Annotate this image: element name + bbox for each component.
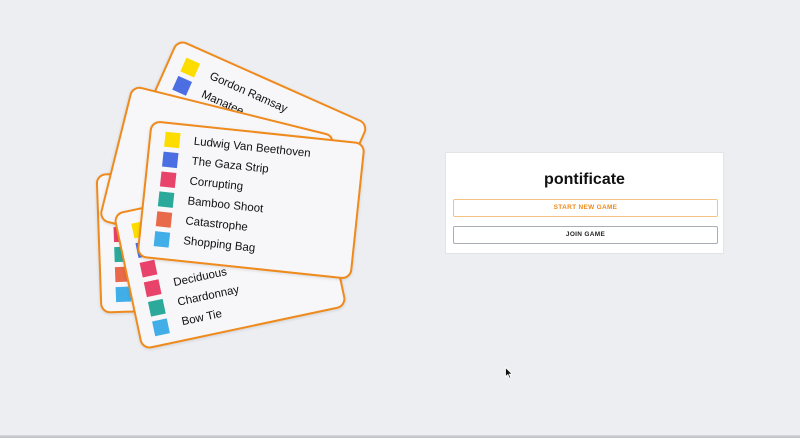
blue-swatch <box>172 75 193 96</box>
sky-swatch <box>151 317 170 336</box>
red-swatch <box>159 170 177 188</box>
red-swatch <box>143 278 162 297</box>
sky-swatch <box>153 230 171 248</box>
yellow-swatch <box>180 57 201 77</box>
red-swatch <box>139 259 158 278</box>
teal-swatch <box>147 298 166 317</box>
yellow-swatch <box>164 131 181 148</box>
card-front: Ludwig Van Beethoven The Gaza Strip Corr… <box>136 120 366 280</box>
landing-panel: pontificate START NEW GAME JOIN GAME <box>445 152 724 254</box>
orange-swatch <box>155 210 173 228</box>
app-screen: Gordon Ramsay Manatee Deciduous Chardonn… <box>0 0 800 438</box>
join-game-button[interactable]: JOIN GAME <box>453 226 718 244</box>
blue-swatch <box>162 151 179 168</box>
start-new-game-button[interactable]: START NEW GAME <box>453 199 718 217</box>
mouse-cursor-icon <box>505 367 513 379</box>
teal-swatch <box>157 190 175 208</box>
app-title: pontificate <box>544 171 625 188</box>
